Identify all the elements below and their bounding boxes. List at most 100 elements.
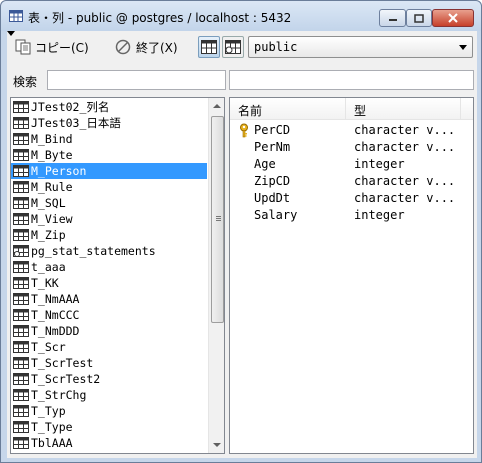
table-list-item[interactable]: T_ScrTest2	[11, 371, 207, 387]
table-icon	[13, 389, 29, 401]
table-icon	[13, 101, 29, 113]
table-icon	[13, 117, 29, 129]
table-icon	[201, 40, 217, 54]
table-list-item[interactable]: pg_stat_statements	[11, 243, 207, 259]
table-list[interactable]: JTest02_列名 JTest03_日本語 M_Bind M_Byte M_Perso…	[11, 98, 208, 453]
column-name: Salary	[254, 208, 298, 222]
table-view-toggle[interactable]	[198, 36, 220, 58]
table-icon	[13, 341, 29, 353]
table-name: T_NmCCC	[31, 308, 80, 322]
column-type: integer	[354, 208, 405, 222]
table-icon	[13, 149, 29, 161]
column-filter-input[interactable]	[229, 70, 474, 90]
schema-select-value: public	[254, 40, 298, 54]
table-icon	[13, 181, 29, 193]
column-name: UpdDt	[254, 191, 291, 205]
grip-line	[216, 216, 221, 217]
table-list-item[interactable]: T_StrChg	[11, 387, 207, 403]
scroll-up-icon[interactable]	[213, 104, 221, 108]
grip-line	[216, 220, 221, 221]
table-list-item[interactable]: M_SQL	[11, 195, 207, 211]
maximize-icon	[414, 13, 424, 23]
table-list-item[interactable]: M_View	[11, 211, 207, 227]
close-button[interactable]	[432, 9, 474, 27]
table-list-item[interactable]: T_KK	[11, 275, 207, 291]
table-name: T_NmAAA	[31, 292, 80, 306]
exit-button[interactable]: 終了(X)	[115, 37, 178, 57]
table-list-item[interactable]: M_Person	[11, 163, 207, 179]
column-list-panel: 名前 型 PerCD character v... PerNm character v…	[229, 97, 474, 454]
scrollbar-thumb[interactable]	[211, 116, 224, 323]
table-icon	[13, 261, 29, 273]
column-type: character v...	[354, 123, 456, 137]
column-name: PerNm	[254, 140, 291, 154]
table-list-item[interactable]: T_Scr	[11, 339, 207, 355]
title-bar[interactable]: 表・列 - public @ postgres / localhost : 54…	[1, 1, 481, 31]
table-list-item[interactable]: T_ScrTest	[11, 355, 207, 371]
table-icon	[13, 325, 29, 337]
column-list-item[interactable]: PerNm character v...	[230, 139, 473, 156]
table-list-panel: JTest02_列名 JTest03_日本語 M_Bind M_Byte M_Perso…	[10, 97, 225, 454]
table-list-scrollbar[interactable]	[208, 98, 224, 453]
table-list-item[interactable]: T_NmAAA	[11, 291, 207, 307]
copy-icon	[15, 39, 31, 55]
table-name: T_KK	[31, 276, 59, 290]
table-name: M_Bind	[31, 132, 73, 146]
table-icon	[13, 229, 29, 241]
table-list-item[interactable]: T_Typ	[11, 403, 207, 419]
table-name: M_Rule	[31, 180, 73, 194]
key-icon	[240, 123, 248, 138]
table-list-item[interactable]: T_Type	[11, 419, 207, 435]
table-icon	[13, 373, 29, 385]
search-input[interactable]	[47, 70, 226, 90]
table-icon	[13, 213, 29, 225]
header-divider[interactable]	[460, 98, 461, 120]
table-name: T_Typ	[31, 404, 66, 418]
table-list-item[interactable]: JTest02_列名	[11, 99, 207, 115]
column-name: PerCD	[254, 123, 291, 137]
client-area: コピー(C) 終了(X) public 検索 JTest02_列名 JTest0…	[7, 31, 477, 458]
table-list-item[interactable]: M_Rule	[11, 179, 207, 195]
column-list-item[interactable]: Age integer	[230, 156, 473, 173]
toolbar: コピー(C) 終了(X) public	[7, 31, 477, 67]
maximize-button[interactable]	[406, 9, 432, 27]
column-list-header: 名前 型	[230, 98, 473, 120]
column-list-item[interactable]: PerCD character v...	[230, 122, 473, 139]
table-list-item[interactable]: T_NmCCC	[11, 307, 207, 323]
table-icon	[9, 10, 23, 22]
table-name: T_Type	[31, 420, 73, 434]
table-list-item[interactable]: JTest03_日本語	[11, 115, 207, 131]
table-name: M_Byte	[31, 148, 73, 162]
table-name: JTest03_日本語	[31, 116, 121, 130]
scroll-down-icon[interactable]	[213, 443, 221, 447]
table-name: pg_stat_statements	[31, 244, 156, 258]
schema-select[interactable]: public	[248, 36, 473, 58]
table-list-item[interactable]: T_NmDDD	[11, 323, 207, 339]
column-list-item[interactable]: ZipCD character v...	[230, 173, 473, 190]
table-list-item[interactable]: M_Bind	[11, 131, 207, 147]
view-view-toggle[interactable]	[222, 36, 244, 58]
table-list-item[interactable]: M_Byte	[11, 147, 207, 163]
exit-label: 終了(X)	[136, 40, 178, 55]
table-icon	[13, 277, 29, 289]
view-icon	[225, 40, 241, 54]
column-name: Age	[254, 157, 276, 171]
table-list-item[interactable]: t_aaa	[11, 259, 207, 275]
table-name: M_Zip	[31, 228, 66, 242]
header-name[interactable]: 名前	[238, 102, 262, 119]
copy-dropdown-icon[interactable]	[7, 31, 15, 36]
column-list-item[interactable]: UpdDt character v...	[230, 190, 473, 207]
table-name: JTest02_列名	[31, 100, 110, 114]
minimize-button[interactable]	[379, 9, 406, 27]
column-type: character v...	[354, 191, 456, 205]
header-divider[interactable]	[345, 98, 346, 120]
grip-line	[216, 218, 221, 219]
table-icon	[13, 197, 29, 209]
header-type[interactable]: 型	[354, 102, 366, 119]
copy-button[interactable]: コピー(C)	[15, 37, 89, 57]
table-name: T_ScrTest2	[31, 372, 101, 386]
table-list-item[interactable]: M_Zip	[11, 227, 207, 243]
table-name: M_View	[31, 212, 73, 226]
table-list-item[interactable]: TblAAA	[11, 435, 207, 451]
column-list-item[interactable]: Salary integer	[230, 207, 473, 224]
